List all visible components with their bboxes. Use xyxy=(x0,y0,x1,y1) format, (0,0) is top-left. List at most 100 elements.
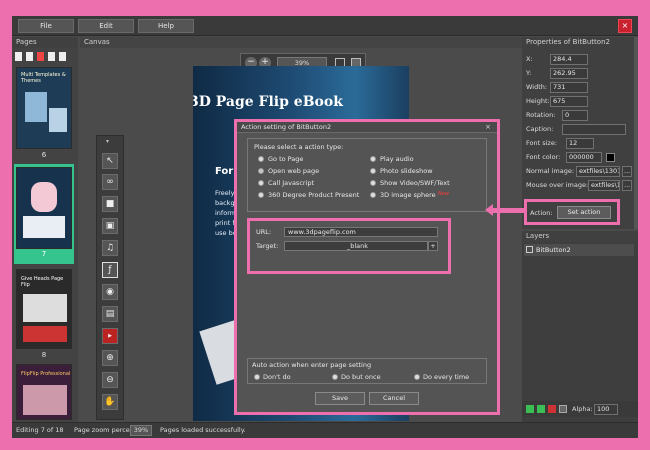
font-size-label: Font size: xyxy=(526,139,558,147)
zoom-in-tool-icon[interactable]: ⊕ xyxy=(102,350,118,366)
radio-do-but-once[interactable] xyxy=(332,374,338,380)
prop-height-input[interactable]: 675 xyxy=(550,96,588,107)
prop-y-input[interactable]: 262.95 xyxy=(550,68,588,79)
button-tool-icon[interactable]: ◉ xyxy=(102,284,118,300)
font-size-input[interactable]: 12 xyxy=(566,138,594,149)
status-message: Pages loaded successfully. xyxy=(160,426,246,434)
url-input[interactable]: www.3dpageflip.com xyxy=(284,227,438,237)
page-thumb-6[interactable]: Multi Templates & Themes xyxy=(16,67,72,149)
zoom-out-tool-icon[interactable]: ⊖ xyxy=(102,372,118,388)
page-thumb-label: 6 xyxy=(41,151,47,159)
layer-up-icon[interactable] xyxy=(526,405,534,413)
option-label: Go to Page xyxy=(268,155,304,163)
dialog-close-icon[interactable]: × xyxy=(485,123,491,131)
action-type-prompt: Please select a action type: xyxy=(254,143,344,151)
action-type-group: Please select a action type: Go to Page … xyxy=(247,138,487,212)
save-button[interactable]: Save xyxy=(315,392,365,405)
radio-photo-slideshow[interactable] xyxy=(370,168,376,174)
font-color-input[interactable]: 000000 xyxy=(566,152,602,163)
normal-image-label: Normal image: xyxy=(526,167,575,175)
layer-visibility-icon[interactable] xyxy=(526,246,533,253)
thumb-image xyxy=(23,294,67,322)
image-tool-icon[interactable]: ▣ xyxy=(102,218,118,234)
radio-do-every-time[interactable] xyxy=(414,374,420,380)
close-button[interactable]: × xyxy=(618,19,632,33)
thumb-heading: FlipFlip Professional xyxy=(21,371,71,377)
properties-panel: Properties of BitButton2 X: 284.4 Y: 262… xyxy=(522,37,638,229)
hand-tool-icon[interactable]: ✋ xyxy=(102,394,118,410)
target-select[interactable]: _blank xyxy=(284,241,428,251)
page-thumb-7-selected[interactable]: 7 xyxy=(14,164,74,264)
layer-item[interactable]: BitButton2 xyxy=(524,244,634,256)
connector-arrow-icon xyxy=(485,204,493,216)
thumb-image xyxy=(31,182,57,212)
thumb-heading: Give Heads Page Flip xyxy=(21,276,64,288)
page-thumb-9[interactable]: FlipFlip Professional xyxy=(16,364,72,420)
radio-go-to-page[interactable] xyxy=(258,156,264,162)
cancel-button[interactable]: Cancel xyxy=(369,392,419,405)
layers-toolbar: Alpha: 100 xyxy=(522,401,638,417)
thumb-image xyxy=(49,108,67,132)
page-add-icon[interactable] xyxy=(15,52,22,61)
radio-open-web-page[interactable] xyxy=(258,168,264,174)
radio-show-video[interactable] xyxy=(370,180,376,186)
prop-caption-input[interactable] xyxy=(562,124,626,135)
radio-360-product[interactable] xyxy=(258,192,264,198)
layer-lock-icon[interactable] xyxy=(559,405,567,413)
option-label: 360 Degree Product Present xyxy=(268,191,360,199)
page-subheading: For xyxy=(215,166,234,177)
radio-call-javascript[interactable] xyxy=(258,180,264,186)
video-tool-icon[interactable]: ■ xyxy=(102,196,118,212)
prop-label-x: X: xyxy=(526,55,533,63)
layers-title: Layers xyxy=(522,231,638,242)
pages-toolbar xyxy=(15,52,73,62)
page-settings-icon[interactable] xyxy=(59,52,66,61)
youtube-tool-icon[interactable]: ▶ xyxy=(102,328,118,344)
set-action-button[interactable]: Set action xyxy=(557,206,611,219)
prop-rotation-input[interactable]: 0 xyxy=(562,110,588,121)
option-label: Do every time xyxy=(423,373,470,381)
tool-strip-arrow-icon: ▾ xyxy=(106,138,110,145)
properties-title: Properties of BitButton2 xyxy=(522,37,638,48)
radio-play-audio[interactable] xyxy=(370,156,376,162)
alpha-input[interactable]: 100 xyxy=(594,404,618,415)
mouse-over-browse-button[interactable]: ... xyxy=(622,180,632,191)
font-color-label: Font color: xyxy=(526,153,561,161)
mouse-over-input[interactable]: extfiles\13 xyxy=(588,180,620,191)
flash-tool-icon[interactable]: ƒ xyxy=(102,262,118,278)
menu-bar: File Edit Help × xyxy=(12,16,638,36)
normal-image-browse-button[interactable]: ... xyxy=(622,166,632,177)
page-delete-icon[interactable] xyxy=(37,52,44,61)
layer-delete-icon[interactable] xyxy=(548,405,556,413)
help-menu[interactable]: Help xyxy=(138,19,194,33)
properties-scrollbar[interactable] xyxy=(634,37,638,229)
normal-image-input[interactable]: extfiles\13011\ xyxy=(576,166,620,177)
target-add-button[interactable]: + xyxy=(428,241,438,251)
audio-tool-icon[interactable]: ♫ xyxy=(102,240,118,256)
prop-x-input[interactable]: 284.4 xyxy=(550,54,588,65)
target-label: Target: xyxy=(256,242,279,250)
dialog-title: Action setting of BitButton2 xyxy=(237,122,497,133)
thumb-image xyxy=(23,216,65,238)
link-tool-icon[interactable]: ∞ xyxy=(102,174,118,190)
edit-menu[interactable]: Edit xyxy=(78,19,134,33)
thumb-image xyxy=(25,92,47,122)
auto-action-title: Auto action when enter page setting xyxy=(252,361,372,369)
layer-down-icon[interactable] xyxy=(537,405,545,413)
prop-width-input[interactable]: 731 xyxy=(550,82,588,93)
radio-3d-image-sphere[interactable] xyxy=(370,192,376,198)
page-thumb-8[interactable]: Give Heads Page Flip xyxy=(16,269,72,349)
page-copy-icon[interactable] xyxy=(48,52,55,61)
page-thumb-7 xyxy=(16,167,72,249)
page-insert-icon[interactable] xyxy=(26,52,33,61)
font-color-swatch[interactable] xyxy=(606,153,615,162)
option-label: Do but once xyxy=(341,373,381,381)
status-zoom-value[interactable]: 39% xyxy=(130,425,152,436)
file-menu[interactable]: File xyxy=(18,19,74,33)
shape-tool-icon[interactable]: ▤ xyxy=(102,306,118,322)
select-tool-icon[interactable]: ↖ xyxy=(102,153,118,169)
radio-dont-do[interactable] xyxy=(254,374,260,380)
page-thumb-label: 8 xyxy=(41,351,47,359)
option-label: Don't do xyxy=(263,373,291,381)
prop-label-y: Y: xyxy=(526,69,532,77)
